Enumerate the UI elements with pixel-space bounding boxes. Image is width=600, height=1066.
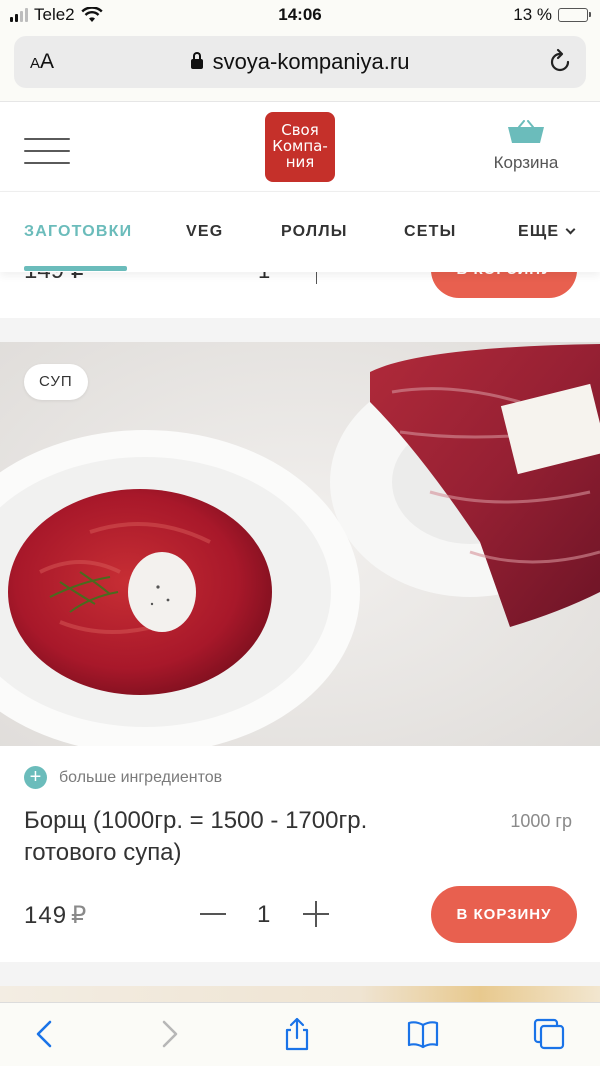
back-icon[interactable] bbox=[28, 1017, 62, 1051]
status-right: 13 % bbox=[513, 5, 591, 25]
forward-icon[interactable] bbox=[152, 1017, 186, 1051]
plus-circle-icon: + bbox=[24, 766, 47, 789]
tab-more[interactable]: ЕЩЕ bbox=[518, 223, 576, 241]
category-tag: СУП bbox=[24, 364, 88, 400]
cart-label: Корзина bbox=[493, 153, 559, 172]
logo-line: Компа- bbox=[272, 137, 328, 155]
reload-icon[interactable] bbox=[546, 48, 574, 76]
product-photo[interactable]: СУП bbox=[0, 342, 600, 746]
product-weight: 1000 гр bbox=[510, 811, 572, 831]
product-price: 149 ₽ bbox=[24, 901, 87, 930]
basket-icon bbox=[508, 120, 544, 143]
browser-chrome: AA svoya-kompaniya.ru bbox=[0, 32, 600, 102]
battery-icon bbox=[558, 8, 591, 22]
increase-quantity-button[interactable] bbox=[303, 901, 329, 927]
share-icon[interactable] bbox=[280, 1017, 314, 1051]
menu-icon[interactable] bbox=[24, 138, 70, 166]
bookmarks-icon[interactable] bbox=[406, 1017, 440, 1051]
brand-logo[interactable]: Своя Компа- ния bbox=[265, 112, 335, 182]
clock: 14:06 bbox=[278, 5, 322, 24]
battery-percent: 13 % bbox=[513, 5, 552, 24]
tab-more-label: ЕЩЕ bbox=[518, 223, 560, 240]
logo-line: Своя bbox=[281, 121, 319, 139]
quantity-value: 1 bbox=[257, 901, 271, 928]
tab-veg[interactable]: VEG bbox=[186, 223, 223, 241]
active-tab-indicator bbox=[24, 266, 127, 271]
tabs-icon[interactable] bbox=[532, 1017, 566, 1051]
currency-symbol: ₽ bbox=[71, 902, 88, 929]
borscht-image bbox=[0, 342, 600, 746]
product-name: Борщ (1000гр. = 1500 - 1700гр. готового … bbox=[24, 807, 368, 866]
status-bar: Tele2 14:06 13 % bbox=[0, 0, 600, 32]
add-to-cart-button[interactable]: В КОРЗИНУ bbox=[431, 886, 577, 943]
tab-zagotovki[interactable]: ЗАГОТОВКИ bbox=[24, 223, 132, 241]
category-nav: ЗАГОТОВКИ VEG РОЛЛЫ СЕТЫ ЕЩЕ bbox=[0, 192, 600, 272]
product-card: СУП + больше ингредиентов Борщ (1000гр. … bbox=[0, 342, 600, 962]
price-value: 149 bbox=[24, 902, 68, 929]
cart-button[interactable]: Корзина bbox=[486, 120, 566, 180]
site-header: Своя Компа- ния Корзина bbox=[0, 102, 600, 192]
chevron-down-icon bbox=[565, 224, 576, 235]
browser-toolbar bbox=[0, 1002, 600, 1066]
decrease-quantity-button[interactable] bbox=[200, 913, 226, 915]
tab-sets[interactable]: СЕТЫ bbox=[404, 223, 456, 241]
more-ingredients-label: больше ингредиентов bbox=[59, 768, 223, 786]
address-bar[interactable]: AA svoya-kompaniya.ru bbox=[14, 36, 586, 88]
lock-icon bbox=[190, 52, 203, 69]
logo-line: ния bbox=[285, 153, 315, 171]
url-display[interactable]: svoya-kompaniya.ru bbox=[14, 49, 586, 75]
screen: Tele2 14:06 13 % AA svoya-kompaniya.ru С… bbox=[0, 0, 600, 1066]
tab-rolls[interactable]: РОЛЛЫ bbox=[281, 223, 348, 241]
url-text: svoya-kompaniya.ru bbox=[212, 49, 410, 74]
more-ingredients-link[interactable]: + больше ингредиентов bbox=[24, 766, 222, 789]
